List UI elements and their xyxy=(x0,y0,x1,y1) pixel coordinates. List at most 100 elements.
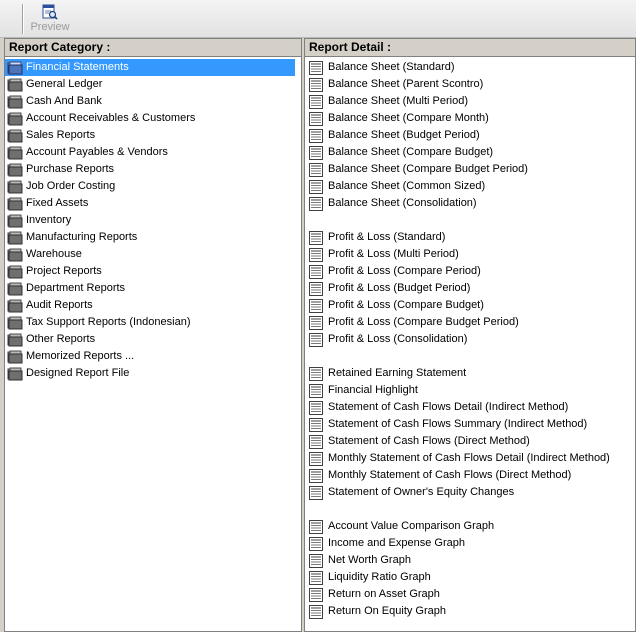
report-detail-item[interactable]: Profit & Loss (Budget Period) xyxy=(305,280,635,297)
report-detail-label: Balance Sheet (Compare Budget Period) xyxy=(328,163,528,175)
report-detail-item[interactable]: Balance Sheet (Standard) xyxy=(305,59,635,76)
report-detail-item[interactable]: Balance Sheet (Consolidation) xyxy=(305,195,635,212)
report-folder-icon xyxy=(7,214,23,228)
report-category-item[interactable]: Purchase Reports xyxy=(5,161,301,178)
report-document-icon xyxy=(309,587,323,602)
report-detail-label: Statement of Cash Flows Detail (Indirect… xyxy=(328,401,569,413)
report-category-item[interactable]: General Ledger xyxy=(5,76,301,93)
report-document-icon xyxy=(309,468,323,483)
report-category-label: Job Order Costing xyxy=(26,180,116,192)
report-folder-icon xyxy=(7,316,23,330)
report-detail-item[interactable]: Statement of Cash Flows (Direct Method) xyxy=(305,433,635,450)
report-category-pane: Report Category : Financial Statements Ge… xyxy=(4,38,302,632)
report-folder-icon xyxy=(7,231,23,245)
report-detail-label: Balance Sheet (Multi Period) xyxy=(328,95,469,107)
report-detail-item[interactable]: Liquidity Ratio Graph xyxy=(305,569,635,586)
report-category-label: Account Payables & Vendors xyxy=(26,146,168,158)
report-category-item[interactable]: Project Reports xyxy=(5,263,301,280)
report-detail-item[interactable]: Statement of Cash Flows Summary (Indirec… xyxy=(305,416,635,433)
report-detail-label: Net Worth Graph xyxy=(328,554,411,566)
report-folder-icon xyxy=(7,78,23,92)
report-folder-icon xyxy=(7,248,23,262)
report-category-item[interactable]: Account Receivables & Customers xyxy=(5,110,301,127)
report-detail-item[interactable]: Profit & Loss (Consolidation) xyxy=(305,331,635,348)
report-detail-item[interactable]: Return On Equity Graph xyxy=(305,603,635,620)
report-detail-item[interactable]: Return on Asset Graph xyxy=(305,586,635,603)
report-detail-label: Statement of Cash Flows Summary (Indirec… xyxy=(328,418,588,430)
report-detail-item[interactable]: Statement of Cash Flows Detail (Indirect… xyxy=(305,399,635,416)
report-category-item[interactable]: Sales Reports xyxy=(5,127,301,144)
report-detail-label: Profit & Loss (Compare Period) xyxy=(328,265,481,277)
report-category-item[interactable]: Memorized Reports ... xyxy=(5,348,301,365)
report-detail-item[interactable]: Statement of Owner's Equity Changes xyxy=(305,484,635,501)
report-folder-icon xyxy=(7,180,23,194)
report-category-item[interactable]: Inventory xyxy=(5,212,301,229)
report-document-icon xyxy=(309,485,323,500)
report-detail-pane: Report Detail : Balance Sheet (Standard)… xyxy=(304,38,636,632)
report-detail-item[interactable]: Retained Earning Statement xyxy=(305,365,635,382)
report-detail-item[interactable]: Balance Sheet (Multi Period) xyxy=(305,93,635,110)
report-detail-label: Balance Sheet (Consolidation) xyxy=(328,197,477,209)
report-detail-item[interactable]: Balance Sheet (Parent Scontro) xyxy=(305,76,635,93)
report-document-icon xyxy=(309,281,323,296)
report-category-label: Fixed Assets xyxy=(26,197,89,209)
report-document-icon xyxy=(309,264,323,279)
report-detail-item[interactable]: Balance Sheet (Compare Budget Period) xyxy=(305,161,635,178)
report-category-item[interactable]: Job Order Costing xyxy=(5,178,301,195)
report-detail-item[interactable]: Balance Sheet (Compare Month) xyxy=(305,110,635,127)
report-detail-label: Profit & Loss (Standard) xyxy=(328,231,446,243)
report-category-item[interactable]: Tax Support Reports (Indonesian) xyxy=(5,314,301,331)
report-detail-item[interactable]: Balance Sheet (Budget Period) xyxy=(305,127,635,144)
preview-label: Preview xyxy=(30,21,70,33)
report-document-icon xyxy=(309,162,323,177)
report-detail-label: Financial Highlight xyxy=(328,384,418,396)
report-category-item[interactable]: Warehouse xyxy=(5,246,301,263)
report-detail-item[interactable]: Profit & Loss (Standard) xyxy=(305,229,635,246)
report-detail-item[interactable]: Profit & Loss (Compare Budget) xyxy=(305,297,635,314)
report-detail-item[interactable]: Monthly Statement of Cash Flows (Direct … xyxy=(305,467,635,484)
report-detail-label: Liquidity Ratio Graph xyxy=(328,571,431,583)
report-category-item[interactable]: Audit Reports xyxy=(5,297,301,314)
report-category-label: Purchase Reports xyxy=(26,163,115,175)
report-detail-label: Balance Sheet (Budget Period) xyxy=(328,129,480,141)
report-category-item[interactable]: Fixed Assets xyxy=(5,195,301,212)
report-document-icon xyxy=(309,128,323,143)
report-detail-item[interactable]: Balance Sheet (Common Sized) xyxy=(305,178,635,195)
report-category-item[interactable]: Cash And Bank xyxy=(5,93,301,110)
report-document-icon xyxy=(309,332,323,347)
report-category-label: Inventory xyxy=(26,214,72,226)
report-detail-item[interactable]: Monthly Statement of Cash Flows Detail (… xyxy=(305,450,635,467)
report-document-icon xyxy=(309,417,323,432)
report-detail-label: Return on Asset Graph xyxy=(328,588,440,600)
report-category-list[interactable]: Financial Statements General Ledger Cash A… xyxy=(5,57,301,631)
report-document-icon xyxy=(309,196,323,211)
report-detail-item[interactable]: Financial Highlight xyxy=(305,382,635,399)
report-detail-item[interactable]: Balance Sheet (Compare Budget) xyxy=(305,144,635,161)
report-detail-list[interactable]: Balance Sheet (Standard) Balance Sheet (P… xyxy=(305,57,635,631)
report-document-icon xyxy=(309,315,323,330)
report-detail-item[interactable]: Account Value Comparison Graph xyxy=(305,518,635,535)
report-detail-item[interactable]: Profit & Loss (Compare Period) xyxy=(305,263,635,280)
report-folder-icon xyxy=(7,60,23,75)
report-detail-item[interactable]: Income and Expense Graph xyxy=(305,535,635,552)
report-category-item[interactable]: Manufacturing Reports xyxy=(5,229,301,246)
report-document-icon xyxy=(309,434,323,449)
report-category-item[interactable]: Other Reports xyxy=(5,331,301,348)
report-folder-icon xyxy=(7,95,23,109)
report-category-label: Sales Reports xyxy=(26,129,96,141)
preview-button[interactable]: Preview xyxy=(28,3,72,35)
report-category-item[interactable]: Account Payables & Vendors xyxy=(5,144,301,161)
report-category-item[interactable]: Financial Statements xyxy=(5,59,295,76)
report-document-icon xyxy=(309,383,323,398)
toolbar: Preview xyxy=(0,0,636,38)
report-category-item[interactable]: Department Reports xyxy=(5,280,301,297)
report-detail-label: Statement of Cash Flows (Direct Method) xyxy=(328,435,530,447)
report-detail-item[interactable]: Net Worth Graph xyxy=(305,552,635,569)
report-detail-label: Profit & Loss (Compare Budget Period) xyxy=(328,316,519,328)
report-category-item[interactable]: Designed Report File xyxy=(5,365,301,382)
report-category-label: Warehouse xyxy=(26,248,82,260)
report-detail-item[interactable]: Profit & Loss (Multi Period) xyxy=(305,246,635,263)
report-folder-icon xyxy=(7,367,23,381)
report-detail-item[interactable]: Profit & Loss (Compare Budget Period) xyxy=(305,314,635,331)
